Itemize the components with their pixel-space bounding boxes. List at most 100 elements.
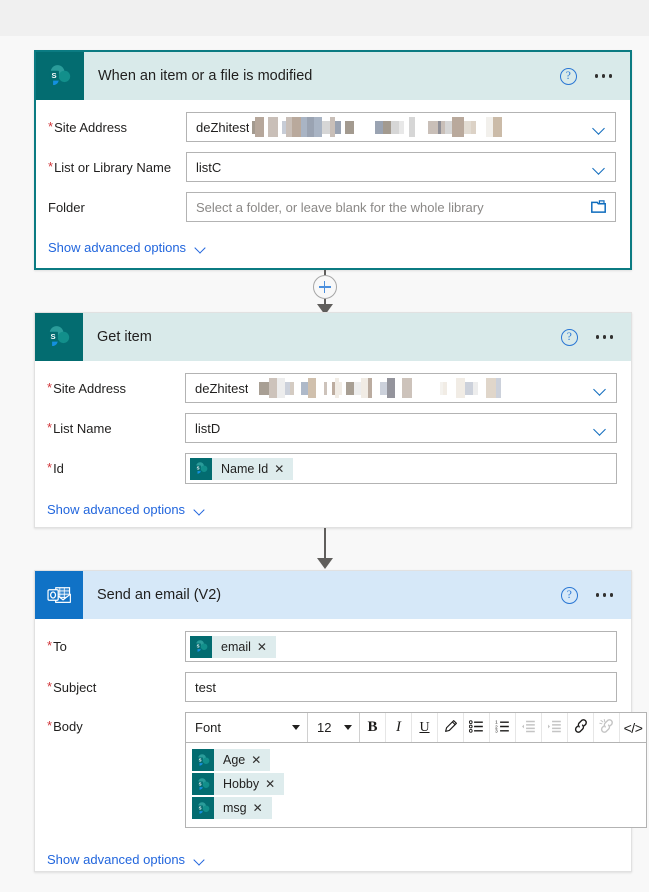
field-row-to: * To S email ✕ (45, 631, 617, 662)
card-menu-button[interactable] (594, 331, 615, 342)
remove-link-button (594, 713, 620, 742)
token-label: Hobby (223, 777, 260, 791)
font-size-select[interactable]: 12 (308, 713, 360, 742)
help-icon[interactable]: ? (559, 67, 577, 85)
show-advanced-options-link-trigger[interactable]: Show advanced options (48, 240, 206, 255)
field-row-list-name: * List Name listD (45, 413, 617, 443)
card-menu-button[interactable] (593, 70, 614, 81)
card-menu-button[interactable] (594, 589, 615, 600)
numbered-list-button[interactable]: 1 2 3 (490, 713, 516, 742)
bold-button[interactable]: B (360, 713, 386, 742)
subject-value: test (195, 679, 216, 695)
underline-button[interactable]: U (412, 713, 438, 742)
top-band (0, 0, 649, 36)
sharepoint-icon: S (190, 635, 212, 658)
token-label: Name Id (221, 461, 269, 476)
flow-card-get-item[interactable]: S Get item ? * Site Address deZhitest * … (34, 312, 632, 528)
dynamic-token[interactable]: S Age ✕ (192, 749, 271, 771)
unlink-icon (598, 719, 615, 736)
folder-picker-icon[interactable] (591, 200, 606, 213)
bulleted-list-button[interactable] (464, 713, 490, 742)
outdent-icon (521, 720, 536, 736)
card-header-actions: ? (559, 67, 614, 85)
sharepoint-icon: S (192, 749, 214, 771)
insert-link-button[interactable] (568, 713, 594, 742)
subject-input[interactable]: test (185, 672, 617, 702)
to-input[interactable]: S email ✕ (185, 631, 617, 662)
folder-placeholder: Select a folder, or leave blank for the … (196, 199, 484, 215)
site-address-dropdown[interactable]: deZhitest (186, 112, 616, 142)
card-header-actions: ? (560, 586, 615, 604)
dynamic-token[interactable]: S msg ✕ (192, 797, 272, 819)
chevron-down-icon[interactable] (595, 385, 606, 396)
required-marker: * (48, 158, 54, 174)
svg-text:3: 3 (495, 728, 498, 732)
site-address-value: deZhitest (196, 119, 250, 135)
code-view-button[interactable]: </> (620, 713, 646, 742)
site-address-value: deZhitest (195, 380, 249, 396)
chevron-down-icon[interactable] (594, 124, 605, 135)
svg-text:S: S (198, 757, 201, 762)
code-icon: </> (623, 719, 643, 736)
dynamic-token[interactable]: S Hobby ✕ (192, 773, 285, 795)
italic-button[interactable]: I (386, 713, 412, 742)
card-header: S When an item or a file is modified ? (36, 52, 630, 100)
advanced-label: Show advanced options (47, 502, 186, 517)
sharepoint-icon: S (35, 313, 83, 361)
chevron-down-icon[interactable] (594, 164, 605, 175)
help-icon[interactable]: ? (560, 328, 578, 346)
show-advanced-options-link-get-item[interactable]: Show advanced options (47, 502, 205, 517)
font-family-value: Font (195, 720, 222, 735)
list-name-dropdown[interactable]: listD (185, 413, 617, 443)
svg-text:S: S (198, 781, 201, 786)
field-label-site-address: * Site Address (47, 379, 127, 396)
link-icon (573, 719, 589, 736)
dynamic-token[interactable]: S email ✕ (190, 635, 276, 658)
close-icon[interactable]: ✕ (274, 462, 293, 476)
outdent-button (516, 713, 542, 742)
chevron-down-icon (194, 506, 205, 514)
close-icon[interactable]: ✕ (251, 753, 270, 767)
card-body: * Site Address deZhitest * List Name lis… (35, 361, 631, 529)
svg-text:S: S (196, 466, 199, 471)
close-icon[interactable]: ✕ (265, 777, 284, 791)
field-row-subject: * Subject test (45, 672, 617, 702)
chevron-down-icon[interactable] (595, 425, 606, 436)
field-label-list-or-library-name: * List or Library Name (48, 158, 172, 175)
insert-step-button[interactable] (312, 275, 337, 299)
token-label: msg (223, 801, 247, 815)
close-icon[interactable]: ✕ (257, 640, 276, 654)
card-body: * Site Address deZhitest * List or Libra… (36, 100, 630, 267)
body-richtext-container: Font 12 B I U 1 2 3 </> S Age ✕ S Hobby … (185, 712, 647, 828)
site-address-dropdown[interactable]: deZhitest (185, 373, 617, 403)
bold-icon: B (367, 719, 378, 735)
field-label-to: * To (47, 638, 67, 654)
sharepoint-icon: S (192, 773, 214, 795)
svg-text:S: S (50, 332, 55, 341)
chevron-down-icon (194, 856, 205, 864)
font-family-select[interactable]: Font (186, 713, 308, 742)
field-label-id: * Id (47, 460, 64, 476)
flow-card-trigger[interactable]: S When an item or a file is modified ? *… (34, 50, 632, 270)
arrow-down-icon (316, 558, 333, 569)
font-size-value: 12 (317, 720, 332, 735)
folder-input[interactable]: Select a folder, or leave blank for the … (186, 192, 616, 222)
svg-text:S: S (196, 644, 199, 649)
flow-card-send-email[interactable]: Send an email (V2) ? * To S email ✕ * Su… (34, 570, 647, 872)
dynamic-token[interactable]: S Name Id ✕ (190, 457, 294, 480)
font-color-button[interactable] (438, 713, 464, 742)
body-editor[interactable]: S Age ✕ S Hobby ✕ S msg ✕ (185, 743, 647, 828)
required-marker: * (47, 678, 53, 694)
list-or-library-name-dropdown[interactable]: listC (186, 152, 616, 182)
show-advanced-options-link-send-email[interactable]: Show advanced options (47, 852, 205, 867)
close-icon[interactable]: ✕ (253, 801, 272, 815)
required-marker: * (47, 460, 53, 475)
required-marker: * (48, 118, 54, 134)
id-input[interactable]: S Name Id ✕ (185, 453, 617, 484)
outlook-icon (35, 571, 83, 619)
chevron-down-icon (195, 244, 206, 252)
svg-text:S: S (198, 805, 201, 810)
help-icon[interactable]: ? (560, 586, 578, 604)
card-title: When an item or a file is modified (98, 68, 313, 84)
card-header: S Get item ? (35, 313, 631, 361)
